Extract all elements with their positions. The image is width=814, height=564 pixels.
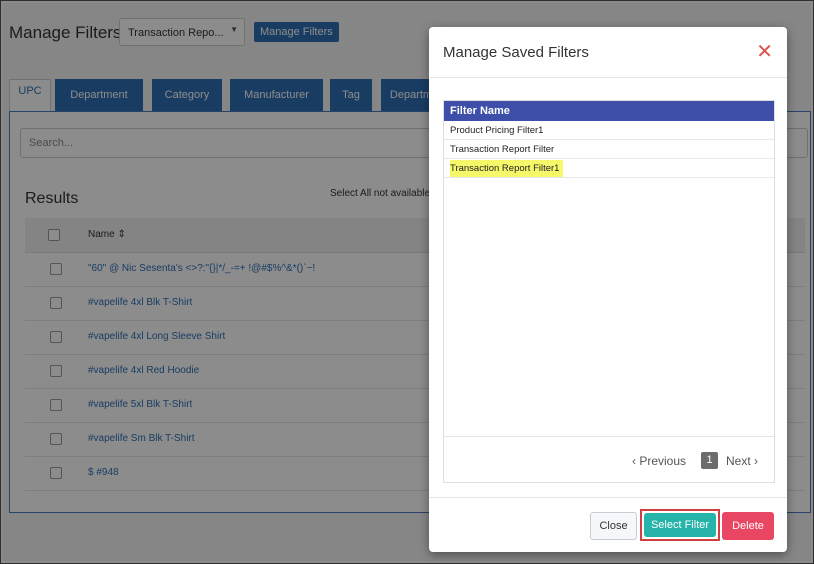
close-button[interactable]: Close — [590, 512, 637, 540]
next-label: Next — [726, 454, 751, 468]
chevron-left-icon: ‹ — [632, 454, 636, 468]
manage-saved-filters-dialog: Manage Saved Filters ✕ Filter Name Produ… — [429, 27, 787, 552]
filter-row[interactable]: Product Pricing Filter1 — [444, 122, 774, 140]
previous-page-link[interactable]: ‹ Previous — [632, 454, 686, 468]
filter-row-label: Transaction Report Filter — [450, 144, 555, 155]
previous-label: Previous — [639, 454, 687, 468]
dialog-header: Manage Saved Filters ✕ — [429, 27, 787, 78]
close-icon[interactable]: ✕ — [756, 39, 773, 64]
delete-button[interactable]: Delete — [722, 512, 774, 540]
filter-row[interactable]: Transaction Report Filter — [444, 141, 774, 159]
filter-row-label: Transaction Report Filter1 — [450, 160, 564, 177]
current-page-number[interactable]: 1 — [701, 452, 718, 469]
saved-filters-grid: Filter Name Product Pricing Filter1 Tran… — [443, 100, 775, 483]
chevron-right-icon: › — [754, 454, 759, 468]
next-page-link[interactable]: Next › — [726, 454, 758, 468]
filter-row-selected[interactable]: Transaction Report Filter1 — [444, 160, 774, 178]
filter-row-label: Product Pricing Filter1 — [450, 125, 544, 136]
pagination: ‹ Previous 1 Next › — [444, 436, 774, 483]
dialog-title: Manage Saved Filters — [443, 44, 589, 61]
dialog-footer: Close Select Filter Delete — [429, 497, 787, 553]
select-filter-highlight: Select Filter — [640, 509, 720, 541]
select-filter-button[interactable]: Select Filter — [644, 513, 716, 537]
filter-name-column-header[interactable]: Filter Name — [444, 101, 774, 121]
